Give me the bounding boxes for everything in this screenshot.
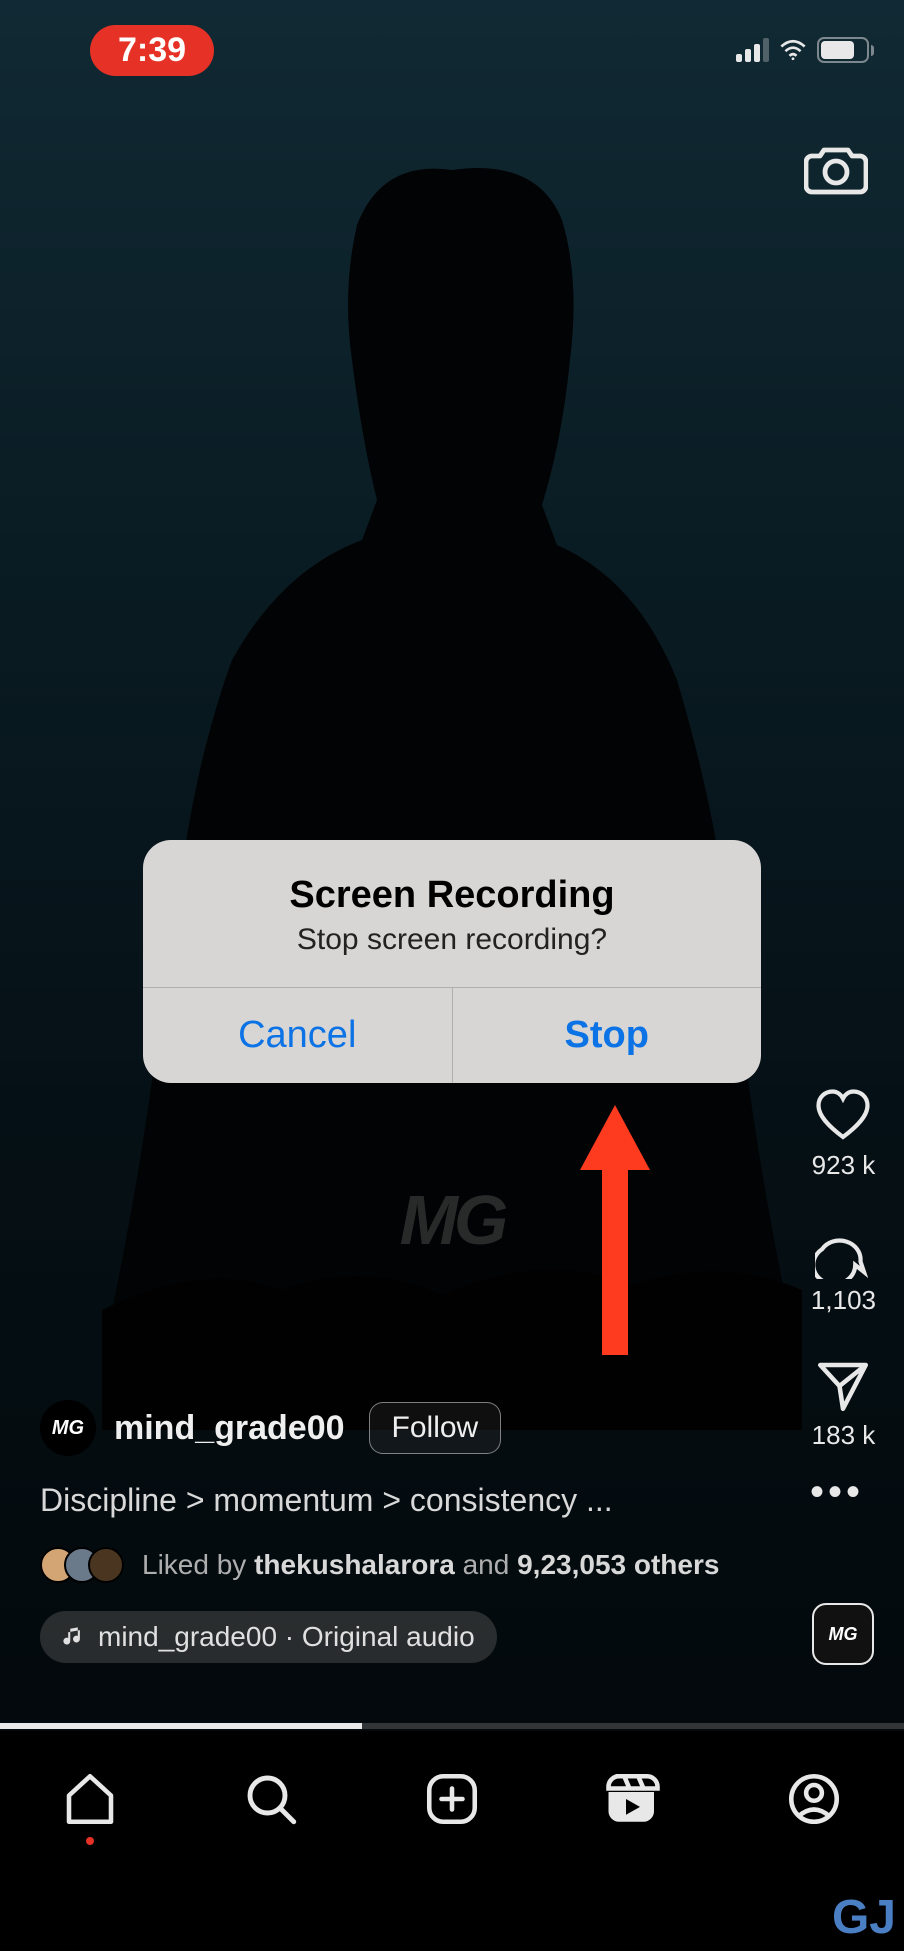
comment-button[interactable]: 1,103 bbox=[811, 1223, 876, 1316]
progress-fill bbox=[0, 1723, 362, 1729]
arrow-annotation bbox=[570, 1100, 660, 1365]
reels-screen: MG 7:39 68 bbox=[0, 0, 904, 1951]
gj-watermark: GJ bbox=[832, 1890, 896, 1945]
follow-button[interactable]: Follow bbox=[369, 1402, 502, 1454]
audio-thumbnail[interactable]: MG bbox=[812, 1603, 874, 1665]
username-label[interactable]: mind_grade00 bbox=[114, 1409, 345, 1448]
recording-time-pill[interactable]: 7:39 bbox=[90, 25, 214, 76]
video-progress[interactable] bbox=[0, 1723, 904, 1729]
bottom-nav bbox=[0, 1731, 904, 1951]
audio-label: mind_grade00 · Original audio bbox=[98, 1621, 475, 1653]
user-row: MG mind_grade00 Follow bbox=[40, 1400, 764, 1456]
liker-avatars bbox=[40, 1547, 124, 1583]
music-icon bbox=[62, 1626, 84, 1648]
nav-reels[interactable] bbox=[604, 1771, 662, 1827]
like-button[interactable]: 923 k bbox=[812, 1088, 876, 1181]
audio-pill[interactable]: mind_grade00 · Original audio bbox=[40, 1611, 497, 1663]
status-icons: 68 bbox=[736, 37, 874, 63]
action-rail: 923 k 1,103 183 k bbox=[811, 1088, 876, 1451]
nav-search[interactable] bbox=[242, 1771, 300, 1827]
alert-message: Stop screen recording? bbox=[163, 923, 741, 957]
user-avatar[interactable]: MG bbox=[40, 1400, 96, 1456]
battery-indicator: 68 bbox=[817, 37, 874, 63]
nav-home-indicator bbox=[86, 1837, 94, 1845]
camera-button[interactable] bbox=[804, 140, 868, 196]
screen-recording-alert: Screen Recording Stop screen recording? … bbox=[143, 840, 761, 1083]
alert-title: Screen Recording bbox=[163, 874, 741, 917]
caption-text[interactable]: Discipline > momentum > consistency ... bbox=[40, 1482, 764, 1519]
likes-text: Liked by thekushalarora and 9,23,053 oth… bbox=[142, 1549, 719, 1581]
cancel-button[interactable]: Cancel bbox=[143, 988, 452, 1083]
stop-button[interactable]: Stop bbox=[452, 988, 762, 1083]
comment-count: 1,103 bbox=[811, 1285, 876, 1316]
share-button[interactable]: 183 k bbox=[812, 1358, 876, 1451]
reel-info: MG mind_grade00 Follow Discipline > mome… bbox=[40, 1400, 764, 1663]
battery-level: 68 bbox=[833, 40, 853, 61]
wifi-icon bbox=[779, 39, 807, 61]
like-count: 923 k bbox=[812, 1150, 876, 1181]
cellular-signal-icon bbox=[736, 38, 769, 62]
likes-row[interactable]: Liked by thekushalarora and 9,23,053 oth… bbox=[40, 1547, 764, 1583]
nav-profile[interactable] bbox=[785, 1771, 843, 1827]
more-options-button[interactable]: ••• bbox=[810, 1470, 864, 1515]
nav-create[interactable] bbox=[423, 1771, 481, 1827]
nav-home[interactable] bbox=[61, 1771, 119, 1845]
status-bar: 7:39 68 bbox=[0, 0, 904, 100]
share-count: 183 k bbox=[812, 1420, 876, 1451]
